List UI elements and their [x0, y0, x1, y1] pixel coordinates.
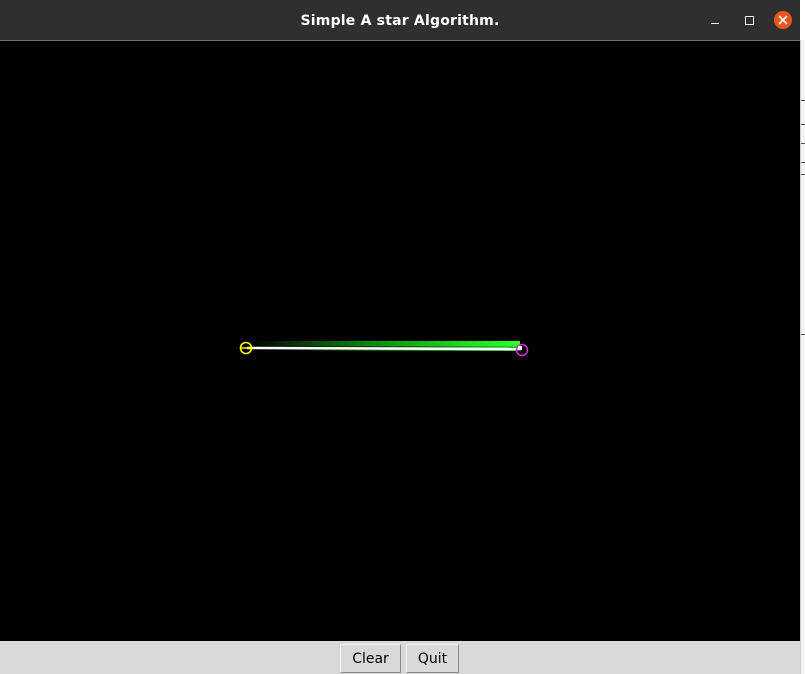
edge-tick [801, 124, 805, 125]
explored-band-top [250, 341, 520, 346]
path-line [246, 346, 522, 351]
maximize-button[interactable] [738, 9, 760, 31]
clear-button[interactable]: Clear [340, 644, 401, 673]
minimize-button[interactable] [704, 9, 726, 31]
close-x-glyph [778, 15, 788, 25]
edge-tick [801, 162, 805, 163]
window-title: Simple A star Algorithm. [300, 13, 500, 29]
close-icon [774, 11, 792, 29]
quit-button[interactable]: Quit [406, 644, 459, 673]
astar-canvas[interactable] [0, 41, 800, 641]
start-marker[interactable] [239, 341, 253, 355]
app-window: Simple A star Algorithm. Clear Quit [0, 0, 800, 674]
astar-drawing [239, 341, 529, 357]
titlebar[interactable]: Simple A star Algorithm. [0, 0, 800, 41]
close-button[interactable] [772, 9, 794, 31]
edge-tick [801, 143, 805, 144]
maximize-icon [744, 15, 754, 25]
edge-tick [801, 334, 805, 335]
goal-dot [518, 346, 522, 350]
goal-marker[interactable] [515, 343, 529, 357]
button-bar: Clear Quit [0, 641, 800, 674]
edge-tick [801, 100, 805, 101]
background-window-edge [800, 40, 805, 674]
minimize-icon [711, 22, 719, 24]
edge-tick [801, 174, 805, 175]
